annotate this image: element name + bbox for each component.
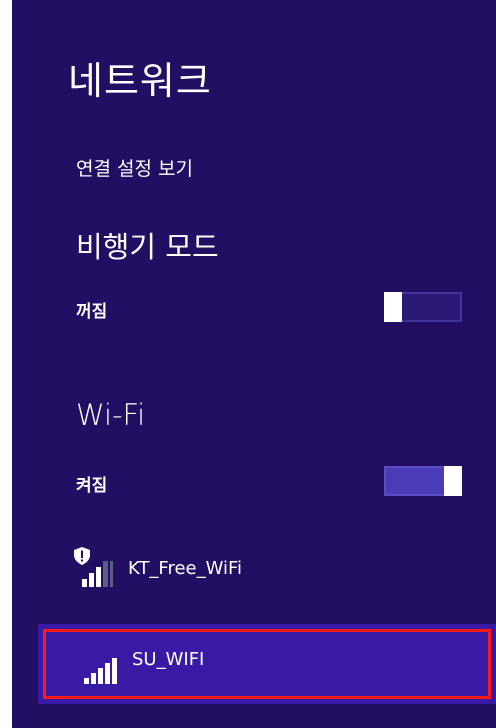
airplane-mode-toggle[interactable] [384, 292, 462, 322]
signal-bar-empty [103, 561, 108, 587]
shield-exclamation-icon [74, 547, 90, 565]
signal-bar [112, 658, 117, 684]
view-connection-settings-link[interactable]: 연결 설정 보기 [76, 154, 193, 181]
wifi-heading: Wi-Fi [76, 398, 146, 432]
wifi-state-label: 켜짐 [76, 476, 108, 496]
signal-bar [84, 678, 89, 684]
airplane-mode-heading: 비행기 모드 [76, 230, 219, 264]
airplane-mode-toggle-thumb[interactable] [384, 292, 402, 322]
wifi-toggle[interactable] [384, 466, 462, 496]
signal-bar-empty [110, 561, 113, 587]
network-list-item[interactable]: KT_Free_WiFi [12, 531, 496, 607]
airplane-mode-state-label: 꺼짐 [76, 302, 108, 322]
network-ssid: KT_Free_WiFi [128, 558, 243, 579]
network-charm-pane: 네트워크 연결 설정 보기 비행기 모드 꺼짐 Wi-Fi 켜짐 KT_Free… [12, 0, 496, 728]
wifi-toggle-thumb[interactable] [444, 466, 462, 496]
signal-bar [105, 663, 110, 684]
network-list-item-selected[interactable]: SU_WIFI [38, 624, 496, 704]
signal-bar [98, 668, 103, 684]
signal-bar [96, 567, 101, 587]
signal-bar [89, 573, 94, 587]
signal-bar [82, 579, 87, 587]
network-ssid: SU_WIFI [132, 649, 205, 670]
wifi-signal-icon [84, 644, 124, 684]
signal-bar [91, 673, 96, 684]
panel-title: 네트워크 [68, 59, 212, 103]
wifi-signal-icon [74, 547, 114, 587]
